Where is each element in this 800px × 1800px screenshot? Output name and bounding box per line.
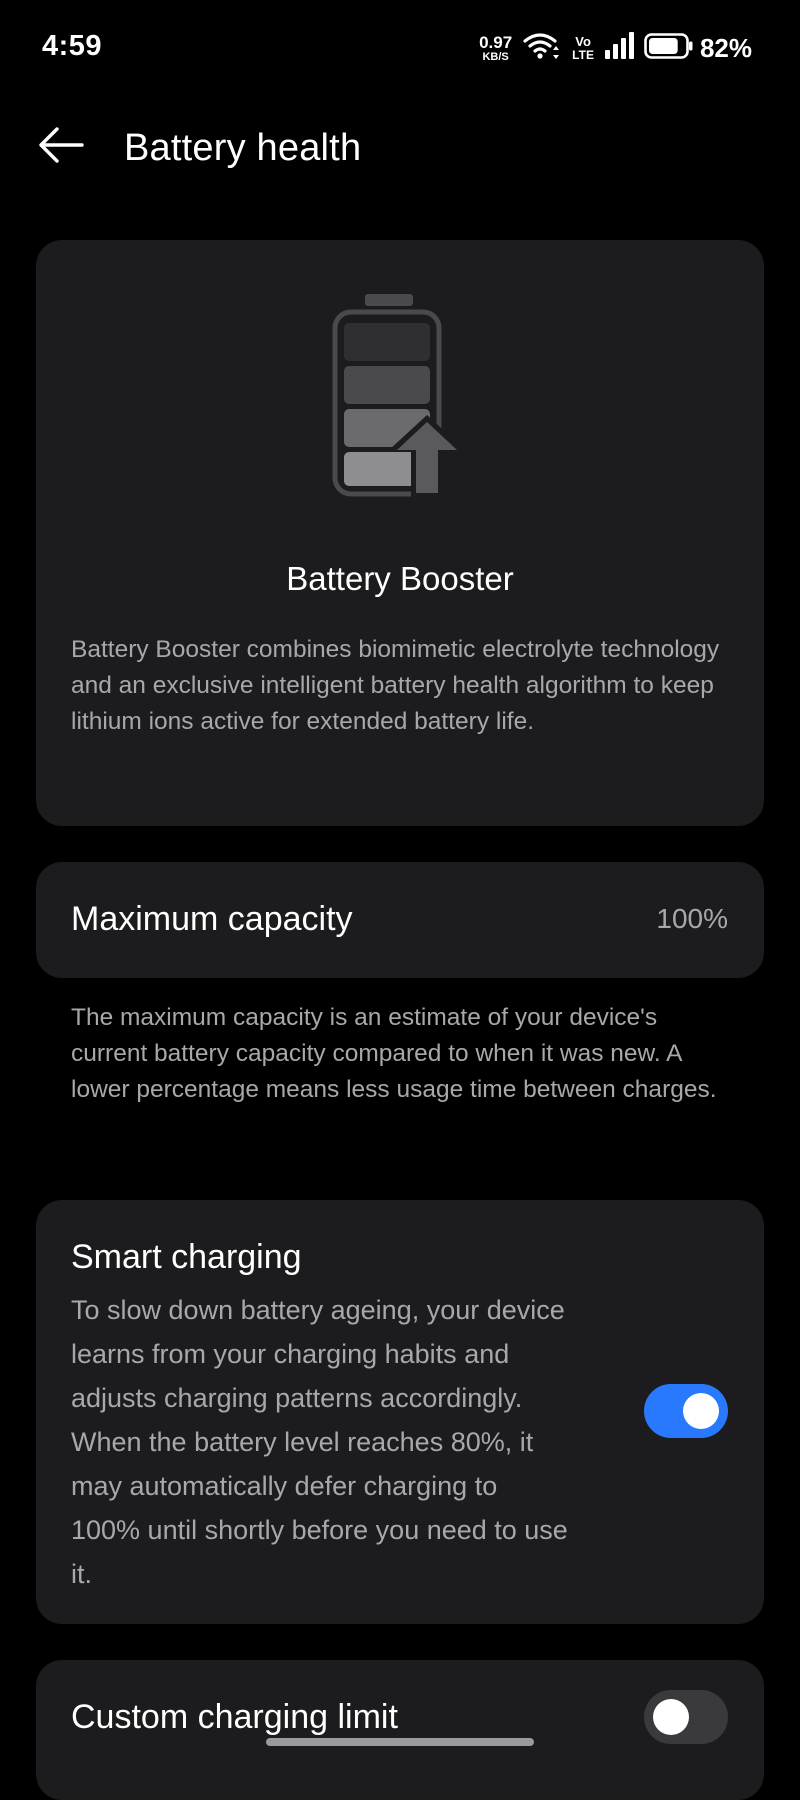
battery-status: 82% — [644, 33, 752, 64]
app-header: Battery health — [0, 110, 800, 190]
volte-indicator: Vo LTE — [572, 35, 594, 61]
back-button[interactable] — [30, 122, 92, 172]
page-title: Battery health — [124, 127, 362, 169]
toggle-knob — [653, 1699, 689, 1735]
custom-charging-limit-toggle[interactable] — [644, 1690, 728, 1744]
maximum-capacity-value: 100% — [656, 903, 728, 934]
smart-charging-row[interactable]: Smart charging To slow down battery agei… — [36, 1200, 764, 1624]
smart-charging-description: To slow down battery ageing, your device… — [71, 1295, 568, 1589]
battery-icon — [644, 32, 694, 64]
maximum-capacity-row[interactable]: Maximum capacity 100% — [36, 862, 764, 978]
custom-charging-limit-row[interactable]: Custom charging limit — [36, 1660, 764, 1800]
network-speed-unit: KB/S — [482, 50, 509, 63]
battery-percent: 82% — [699, 32, 752, 63]
network-speed-value: 0.97 — [479, 32, 513, 52]
maximum-capacity-note: The maximum capacity is an estimate of y… — [71, 1004, 717, 1103]
battery-booster-card: Battery Booster Battery Booster combines… — [36, 240, 764, 826]
smart-charging-title: Smart charging — [71, 1238, 302, 1276]
wifi-icon — [522, 31, 562, 66]
volte-bottom-label: LTE — [572, 48, 594, 62]
status-time: 4:59 — [42, 30, 103, 62]
signal-icon — [604, 31, 634, 65]
smart-charging-toggle[interactable] — [644, 1384, 728, 1438]
battery-booster-description: Battery Booster combines biomimetic elec… — [71, 636, 720, 735]
custom-charging-limit-title: Custom charging limit — [71, 1698, 398, 1736]
battery-boost-icon — [36, 290, 764, 498]
battery-booster-title: Battery Booster — [286, 560, 514, 597]
status-icons: 0.97 KB/S Vo LTE 82% — [479, 28, 752, 68]
status-bar: 4:59 0.97 KB/S Vo LTE 82% — [0, 0, 800, 96]
maximum-capacity-label: Maximum capacity — [71, 900, 353, 938]
network-speed: 0.97 KB/S — [479, 34, 512, 63]
volte-top-label: Vo — [575, 34, 591, 49]
arrow-left-icon — [36, 125, 86, 170]
home-indicator[interactable] — [266, 1738, 534, 1746]
toggle-knob — [683, 1393, 719, 1429]
